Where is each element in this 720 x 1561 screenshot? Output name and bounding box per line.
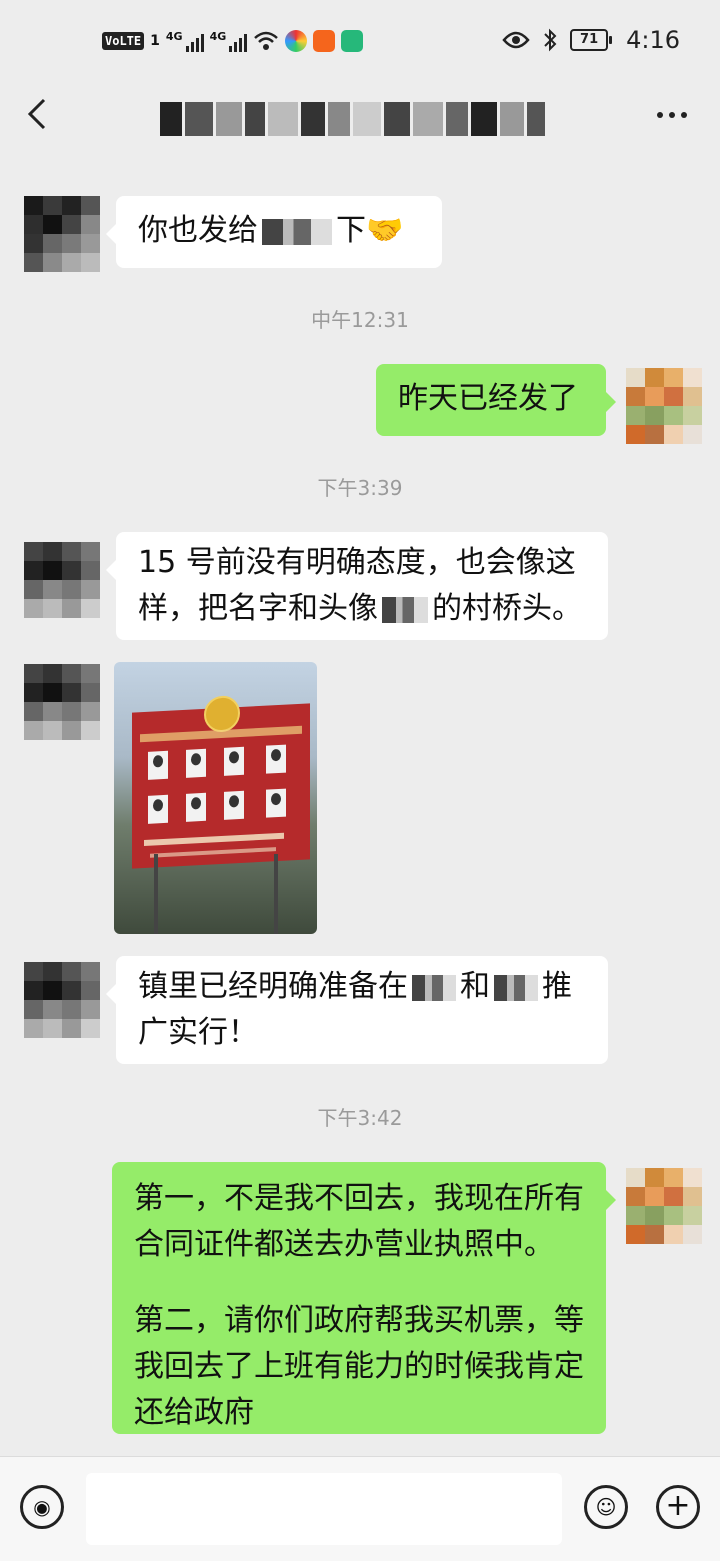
message-bubble-own[interactable]: 第一，不是我不回去，我现在所有 合同证件都送去办营业执照中。 第二，请你们政府帮… [112, 1162, 616, 1434]
plus-icon[interactable]: + [656, 1485, 700, 1529]
message-text: 下🤝 [336, 213, 404, 248]
chat-title-bar [0, 80, 720, 156]
bluetooth-icon [544, 28, 557, 52]
message-text: 广实行！ [138, 1015, 258, 1050]
message-text: 的村桥头。 [432, 591, 582, 626]
emblem-icon [204, 695, 240, 733]
status-bar: VoLTE 1 4G 4G 71 4:16 [0, 0, 720, 80]
timestamp: 中午12:31 [311, 308, 409, 332]
image-message[interactable] [114, 662, 317, 934]
status-left: VoLTE 1 4G 4G [102, 30, 364, 52]
redacted-text [412, 974, 456, 1001]
message-text: 你也发给 [138, 213, 258, 248]
message-bubble[interactable]: 镇里已经明确准备在 和 推 广实行！ [106, 956, 608, 1064]
contact-avatar[interactable] [24, 196, 100, 272]
signal-icon: 4G [166, 30, 204, 52]
my-avatar[interactable] [626, 368, 702, 444]
redacted-text [494, 974, 538, 1001]
message-text: 样，把名字和头像 [138, 591, 378, 626]
message-text: 合同证件都送去办营业执照中。 [134, 1227, 554, 1262]
status-right: 71 4:16 [502, 26, 680, 54]
message-text: 第二，请你们政府帮我买机票，等 [134, 1303, 584, 1338]
redacted-text [382, 596, 428, 623]
sim-slot: 1 [150, 33, 160, 49]
message-text: 第一，不是我不回去，我现在所有 [134, 1181, 584, 1216]
message-text: 镇里已经明确准备在 [138, 969, 408, 1004]
contact-avatar[interactable] [24, 542, 100, 618]
emoji-icon[interactable]: ☺ [584, 1485, 628, 1529]
message-text: 还给政府 [134, 1395, 254, 1430]
app-icon-browser [285, 30, 308, 52]
message-bubble-own[interactable]: 昨天已经发了 [376, 364, 616, 436]
message-text: 15 号前没有明确态度，也会像这 [138, 545, 576, 580]
message-text: 我回去了上班有能力的时候我肯定 [134, 1349, 584, 1384]
redacted-text [262, 218, 332, 245]
contact-avatar[interactable] [24, 962, 100, 1038]
battery-icon: 71 [570, 29, 613, 51]
more-dots-icon[interactable] [652, 100, 692, 130]
app-icon-news [313, 30, 336, 52]
voice-input-icon[interactable]: ◉ [20, 1485, 64, 1529]
billboard-image [132, 695, 310, 869]
eye-icon [502, 31, 530, 49]
chat-input-bar: ◉ ☺ + [0, 1456, 720, 1561]
chat-title-redacted [160, 98, 560, 140]
message-bubble[interactable]: 你也发给 下🤝 [106, 196, 442, 268]
message-text: 推 [542, 969, 572, 1004]
message-bubble[interactable]: 15 号前没有明确态度，也会像这 样，把名字和头像 的村桥头。 [106, 532, 608, 640]
message-text: 和 [460, 969, 490, 1004]
my-avatar[interactable] [626, 1168, 702, 1244]
signal-icon-2: 4G [210, 30, 248, 52]
volte-indicator: VoLTE [102, 32, 145, 50]
clock: 4:16 [626, 26, 680, 54]
chevron-left-icon[interactable] [20, 94, 60, 134]
contact-avatar[interactable] [24, 664, 100, 740]
app-icon-green [341, 30, 364, 52]
timestamp: 下午3:42 [317, 1106, 403, 1130]
message-text: 昨天已经发了 [398, 381, 578, 416]
wifi-icon [254, 31, 279, 50]
timestamp: 下午3:39 [317, 476, 403, 500]
message-input[interactable] [86, 1473, 562, 1545]
